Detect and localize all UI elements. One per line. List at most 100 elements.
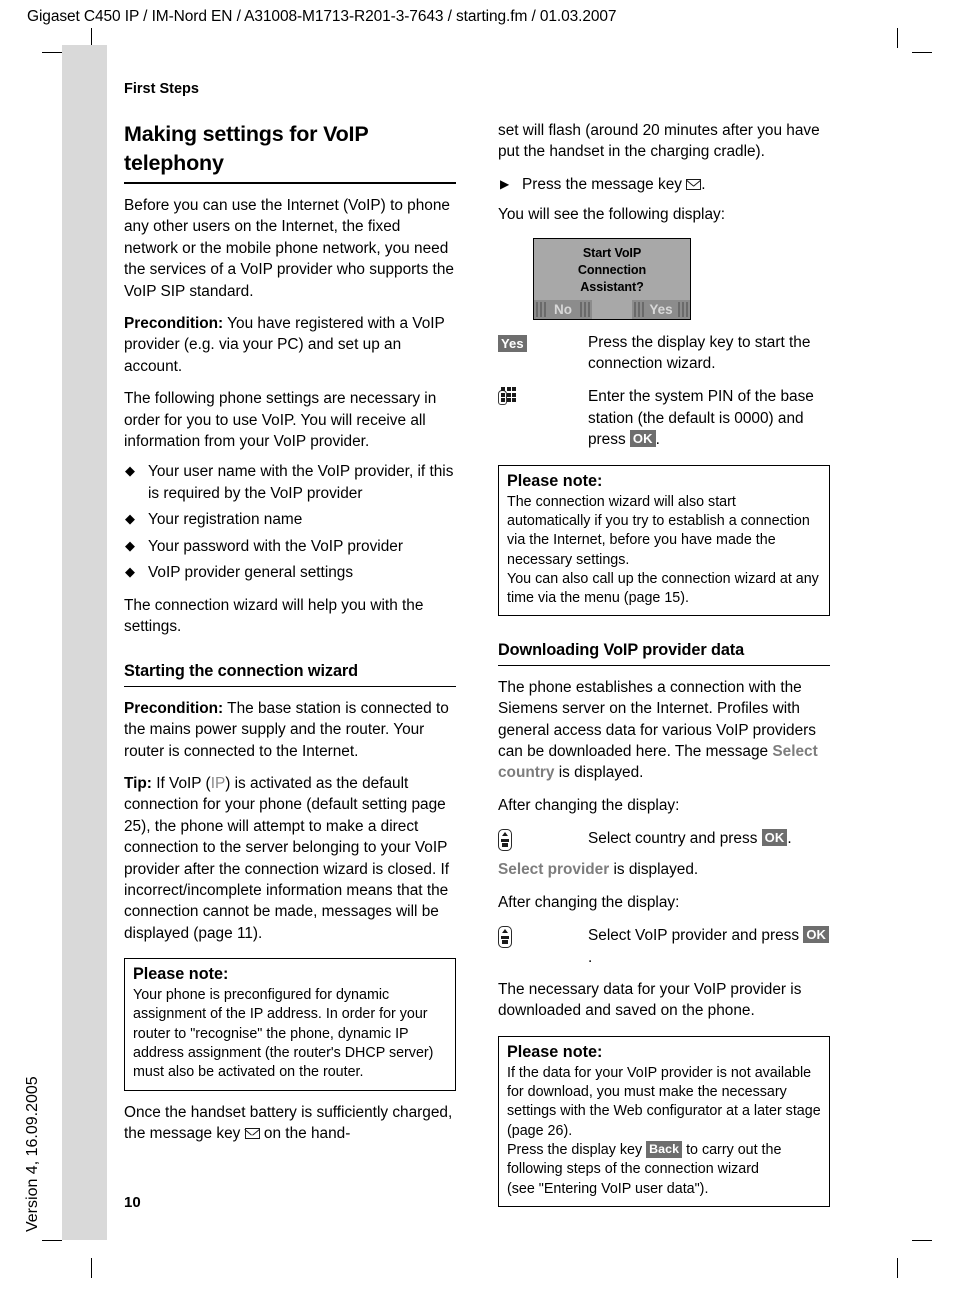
arrow-up-icon [501, 929, 508, 934]
note-box-no-data: Please note: If the data for your VoIP p… [498, 1035, 830, 1207]
page-title: Making settings for VoIP telephony [124, 120, 456, 184]
instruction-text-voip-before: Select VoIP provider and press [588, 927, 804, 945]
intro-paragraph: Before you can use the Internet (VoIP) t… [124, 197, 454, 300]
handset-display-text: Start VoIP Connection Assistant? [534, 239, 690, 296]
flash-paragraph: set will flash (around 20 minutes after … [498, 122, 820, 161]
download-text-before: The phone establishes a connection with … [498, 678, 816, 761]
handset-display-line-1: Start VoIP [582, 245, 642, 260]
note-body: Your phone is preconfigured for dynamic … [133, 987, 434, 1081]
arrow-down-icon [502, 843, 508, 848]
download-paragraph: The phone establishes a connection with … [498, 677, 830, 784]
note-box-wizard-autostart: Please note: The connection wizard will … [498, 464, 830, 617]
instruction-row-yes: Yes Press the display key to start the c… [498, 332, 830, 375]
key-divider-icon [501, 936, 509, 939]
keypad-icon [498, 387, 516, 406]
handset-softkey-row: No Yes [534, 299, 690, 319]
softkey-chip-yes[interactable]: Yes [498, 334, 527, 352]
control-key-icon [498, 829, 512, 852]
softkey-chip-ok[interactable]: OK [803, 926, 830, 944]
handset-softkey-yes[interactable]: Yes [632, 299, 690, 319]
diamond-bullet-icon: ◆ [125, 463, 135, 479]
note-body-1: The connection wizard will also start au… [507, 493, 810, 568]
instruction-text-voip-after: . [588, 948, 593, 966]
instruction-text-country-after: . [787, 830, 792, 848]
instruction-text-yes: Press the display key to start the conne… [588, 333, 811, 373]
message-key-envelope-icon [686, 178, 702, 190]
instruction-key-keypad [498, 387, 576, 412]
diamond-bullet-icon: ◆ [125, 537, 135, 553]
arrow-up-icon [501, 832, 508, 837]
handset-softkey-yes-label: Yes [649, 301, 673, 317]
left-column: Making settings for VoIP telephony Befor… [124, 120, 456, 1144]
list-item-label: VoIP provider general settings [148, 564, 354, 582]
softkey-chip-back[interactable]: Back [646, 1140, 683, 1158]
handset-softkey-no[interactable]: No [534, 299, 592, 319]
crop-mark-right-bottom [912, 1240, 932, 1241]
precondition-label: Precondition: [124, 315, 224, 333]
select-provider-paragraph: Select provider is displayed. [498, 859, 830, 880]
select-provider-rest: is displayed. [609, 861, 699, 879]
crop-mark-right-top [912, 52, 932, 53]
softkey-bars-icon [580, 301, 590, 317]
key-divider-icon [501, 839, 509, 842]
softkey-bars-icon [634, 301, 644, 317]
list-item: ◆ Your user name with the VoIP provider, … [124, 461, 456, 504]
instruction-text-pin-after: . [655, 431, 660, 449]
thumb-index-tab [62, 45, 107, 1240]
after-change-paragraph-1: After changing the display: [498, 796, 680, 814]
chapter-label: First Steps [124, 81, 199, 97]
crop-mark-left-top [42, 52, 62, 53]
settings-intro-paragraph: The following phone settings are necessa… [124, 390, 437, 451]
note-box-dynamic-ip: Please note: Your phone is preconfigured… [124, 958, 456, 1091]
arrow-down-icon [502, 940, 508, 945]
list-item: ◆ Your registration name [124, 509, 456, 530]
note-body-2-before: Press the display key [507, 1141, 647, 1158]
softkey-bars-icon [536, 301, 546, 317]
crop-mark-left-bottom [42, 1240, 62, 1241]
note-title: Please note: [507, 471, 603, 490]
instruction-row-pin: Enter the system PIN of the base station… [498, 386, 830, 450]
handset-display-line-2: Connection [577, 262, 647, 277]
list-item-label: Your registration name [148, 511, 303, 529]
requirements-list: ◆ Your user name with the VoIP provider, … [124, 461, 456, 583]
list-item-label: Your user name with the VoIP provider, i… [148, 463, 454, 502]
list-item-label: Your password with the VoIP provider [148, 537, 403, 555]
instruction-row-select-provider: Select VoIP provider and press OK. [498, 925, 830, 968]
download-text-after: is displayed. [554, 764, 644, 782]
crop-mark-bottom-left [91, 1258, 92, 1278]
wizard-help-paragraph: The connection wizard will help you with… [124, 596, 424, 635]
precondition2-paragraph: Precondition: The base station is connec… [124, 698, 456, 762]
precondition2-label: Precondition: [124, 699, 224, 717]
version-sidenote: Version 4, 16.09.2005 [24, 1076, 41, 1232]
instruction-key-navigation-1 [498, 829, 576, 857]
note-title: Please note: [133, 965, 229, 984]
list-item: ◆ VoIP provider general settings [124, 562, 456, 583]
note-body-2: You can also call up the connection wiza… [507, 570, 819, 607]
page-number: 10 [124, 1194, 141, 1211]
softkey-chip-ok[interactable]: OK [629, 430, 656, 448]
handset-display-line-3: Assistant? [580, 279, 644, 294]
list-item: ◆ Your password with the VoIP provider [124, 536, 456, 557]
tip-label: Tip: [124, 774, 152, 792]
tip-paragraph: Tip: If VoIP (IP) is activated as the de… [124, 773, 456, 944]
keypad-grid-icon [501, 387, 516, 403]
instruction-key-yes: Yes [498, 333, 576, 354]
precondition-paragraph: Precondition: You have registered with a… [124, 313, 456, 377]
step-press-message-key: ▶ Press the message key . [498, 174, 830, 195]
tip-text-after: ) is activated as the default connection… [124, 774, 450, 942]
see-display-paragraph: You will see the following display: [498, 206, 726, 224]
crop-mark-bottom-right [897, 1258, 898, 1278]
note-title: Please note: [507, 1042, 603, 1061]
instruction-text-pin-before: Enter the system PIN of the base station… [588, 388, 814, 449]
battery-paragraph: Once the handset battery is sufficiently… [124, 1102, 456, 1145]
softkey-bars-icon [678, 301, 688, 317]
softkey-chip-ok[interactable]: OK [761, 829, 788, 847]
instruction-text-country-before: Select country and press [588, 830, 762, 848]
note-body-3: (see "Entering VoIP user data"). [507, 1180, 709, 1197]
control-key-icon [498, 926, 512, 949]
note-body-2: Press the display key Back to carry out … [507, 1140, 821, 1180]
right-column: set will flash (around 20 minutes after … [498, 120, 830, 1207]
battery-text-after: on the hand- [259, 1125, 351, 1143]
subheading-downloading-data: Downloading VoIP provider data [498, 640, 830, 666]
crop-mark-top-right [897, 28, 898, 48]
